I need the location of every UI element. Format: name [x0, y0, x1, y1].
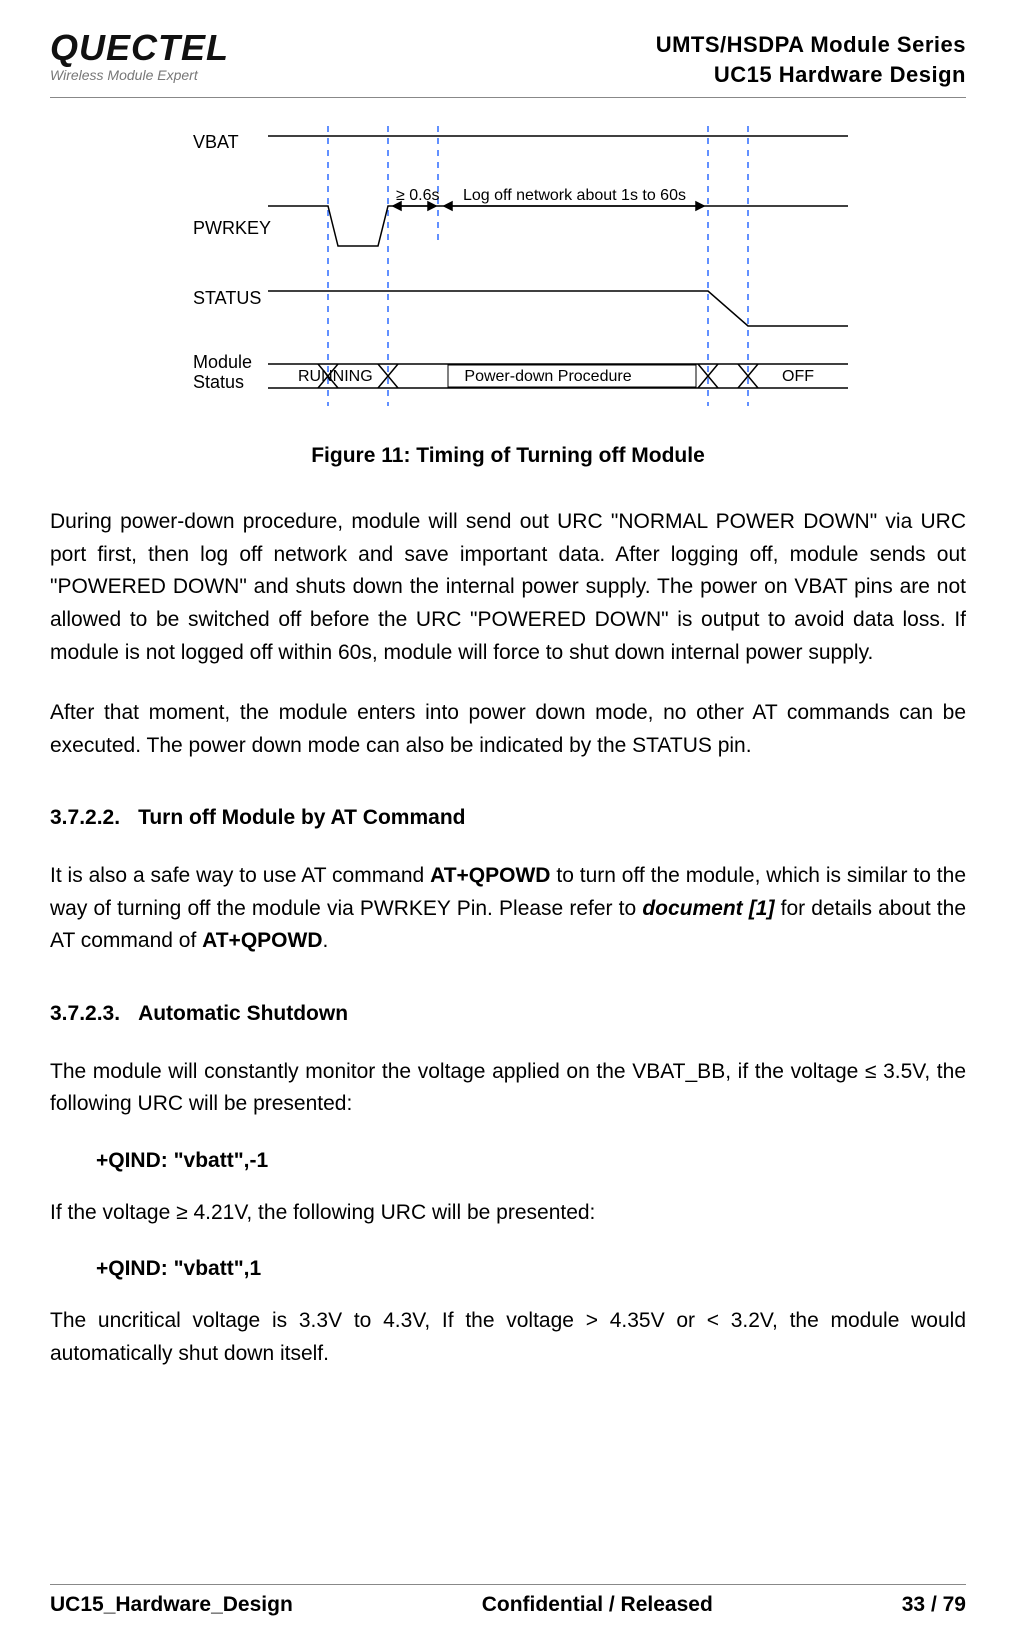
label-pwrkey: PWRKEY — [193, 218, 271, 238]
paragraph-2: After that moment, the module enters int… — [50, 697, 966, 762]
p3-doc: document [1] — [642, 897, 774, 920]
label-running: RUNNING — [298, 368, 373, 385]
label-logoff: Log off network about 1s to 60s — [463, 187, 686, 204]
paragraph-4: The module will constantly monitor the v… — [50, 1056, 966, 1121]
logo-block: QUECTEL Wireless Module Expert — [50, 30, 229, 82]
header-right: UMTS/HSDPA Module Series UC15 Hardware D… — [656, 30, 966, 89]
paragraph-5: If the voltage ≥ 4.21V, the following UR… — [50, 1197, 966, 1230]
heading-title: Turn off Module by AT Command — [138, 806, 465, 829]
label-pdp: Power-down Procedure — [464, 368, 631, 385]
page-header: QUECTEL Wireless Module Expert UMTS/HSDP… — [50, 30, 966, 98]
p3-cmd2: AT+QPOWD — [202, 929, 322, 952]
p3-pre: It is also a safe way to use AT command — [50, 864, 430, 887]
paragraph-1: During power-down procedure, module will… — [50, 506, 966, 669]
urc-1: +QIND: "vbatt",-1 — [96, 1149, 966, 1173]
heading-num: 3.7.2.2. — [50, 806, 120, 830]
page: QUECTEL Wireless Module Expert UMTS/HSDP… — [0, 0, 1016, 1371]
figure-caption: Figure 11: Timing of Turning off Module — [50, 444, 966, 468]
heading-3-7-2-3: 3.7.2.3. Automatic Shutdown — [50, 1002, 966, 1026]
p3-cmd: AT+QPOWD — [430, 864, 550, 887]
heading-title: Automatic Shutdown — [138, 1002, 348, 1025]
header-line-1: UMTS/HSDPA Module Series — [656, 30, 966, 60]
footer-center: Confidential / Released — [482, 1593, 713, 1617]
urc-2: +QIND: "vbatt",1 — [96, 1257, 966, 1281]
label-vbat: VBAT — [193, 132, 239, 152]
paragraph-3: It is also a safe way to use AT command … — [50, 860, 966, 958]
timing-diagram: VBAT PWRKEY STATUS Module Status — [50, 116, 966, 416]
heading-num: 3.7.2.3. — [50, 1002, 120, 1026]
header-line-2: UC15 Hardware Design — [656, 60, 966, 90]
logo-subtitle: Wireless Module Expert — [50, 68, 229, 82]
footer-right: 33 / 79 — [902, 1593, 966, 1617]
footer-left: UC15_Hardware_Design — [50, 1593, 293, 1617]
label-modstat2: Status — [193, 372, 244, 392]
p3-end: . — [323, 929, 329, 952]
label-status: STATUS — [193, 288, 261, 308]
page-footer: UC15_Hardware_Design Confidential / Rele… — [50, 1584, 966, 1617]
logo-text: QUECTEL — [50, 30, 229, 66]
paragraph-6: The uncritical voltage is 3.3V to 4.3V, … — [50, 1305, 966, 1370]
heading-3-7-2-2: 3.7.2.2. Turn off Module by AT Command — [50, 806, 966, 830]
label-modstat1: Module — [193, 352, 252, 372]
timing-svg: VBAT PWRKEY STATUS Module Status — [148, 116, 868, 416]
label-pulse: ≥ 0.6s — [396, 187, 439, 204]
label-off: OFF — [782, 368, 814, 385]
